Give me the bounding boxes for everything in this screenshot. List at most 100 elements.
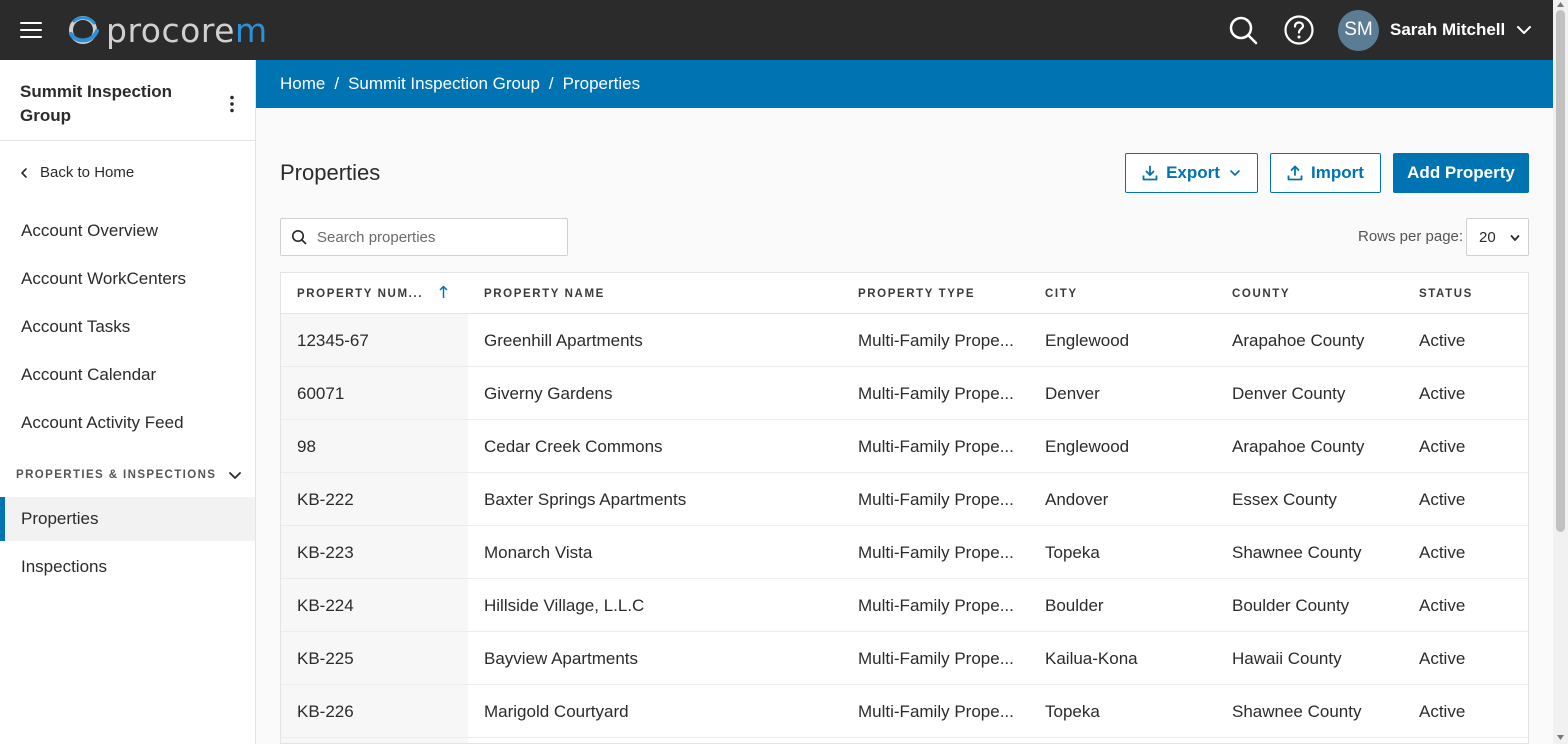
- column-header-city[interactable]: CITY: [1045, 288, 1078, 300]
- cell-property-type: Multi-Family Prope...: [858, 331, 1014, 350]
- cell-status: Active: [1419, 331, 1466, 350]
- cell-city: Englewood: [1045, 437, 1130, 456]
- sidebar-item-account-workcenters[interactable]: Account WorkCenters: [21, 269, 186, 289]
- table-row[interactable]: 60071 Giverny Gardens Multi-Family Prope…: [281, 367, 1528, 420]
- sidebar-item-account-overview[interactable]: Account Overview: [21, 221, 158, 241]
- import-button[interactable]: Import: [1270, 153, 1381, 193]
- cell-county: Essex County: [1232, 490, 1337, 509]
- cell-property-name: Baxter Springs Apartments: [484, 490, 687, 509]
- cell-city: Kailua-Kona: [1045, 649, 1138, 668]
- upload-icon: [1287, 165, 1303, 181]
- cell-status: Active: [1419, 437, 1466, 456]
- user-menu[interactable]: SM Sarah Mitchell: [1338, 9, 1533, 51]
- cell-county: Arapahoe County: [1232, 331, 1365, 350]
- cell-property-name: Greenhill Apartments: [484, 331, 643, 350]
- sidebar-item-account-activity-feed[interactable]: Account Activity Feed: [21, 413, 184, 433]
- cell-county: Arapahoe County: [1232, 437, 1365, 456]
- cell-property-number: KB-225: [297, 649, 354, 668]
- table-row[interactable]: KB-225 Bayview Apartments Multi-Family P…: [281, 632, 1528, 685]
- cell-property-type: Multi-Family Prope...: [858, 384, 1014, 403]
- cell-city: Boulder: [1045, 596, 1104, 615]
- cell-property-name: Marigold Courtyard: [484, 702, 629, 721]
- app-logo[interactable]: procorem: [66, 10, 268, 50]
- column-header-property-name[interactable]: PROPERTY NAME: [484, 288, 605, 300]
- column-header-property-number[interactable]: PROPERTY NUM...: [297, 288, 423, 300]
- breadcrumb-current: Properties: [562, 74, 641, 93]
- cell-property-number: 12345-67: [297, 331, 369, 350]
- sidebar-item-account-tasks[interactable]: Account Tasks: [21, 317, 130, 337]
- table-row[interactable]: KB-224 Hillside Village, L.L.C Multi-Fam…: [281, 579, 1528, 632]
- scroll-down-arrow-icon[interactable]: [1556, 733, 1565, 742]
- breadcrumb-home[interactable]: Home: [280, 74, 325, 94]
- section-label: PROPERTIES & INSPECTIONS: [16, 469, 217, 481]
- org-header: Summit Inspection Group: [0, 60, 255, 141]
- rows-per-page-select[interactable]: 20: [1466, 218, 1529, 256]
- table-row[interactable]: KB-226 Marigold Courtyard Multi-Family P…: [281, 685, 1528, 738]
- cell-status: Active: [1419, 490, 1466, 509]
- avatar: SM: [1338, 9, 1379, 51]
- cell-status: Active: [1419, 384, 1466, 403]
- cell-property-number: 98: [297, 437, 316, 456]
- help-icon: [1284, 15, 1314, 45]
- chevron-down-icon: [1517, 26, 1532, 34]
- table-row[interactable]: 98 Cedar Creek Commons Multi-Family Prop…: [281, 420, 1528, 473]
- kebab-menu-icon[interactable]: [222, 94, 242, 114]
- search-icon: [291, 229, 307, 245]
- cell-city: Topeka: [1045, 543, 1100, 562]
- rows-per-page-value: 20: [1479, 228, 1496, 246]
- scroll-up-arrow-icon[interactable]: [1556, 0, 1565, 9]
- breadcrumb-separator: /: [334, 74, 340, 93]
- hamburger-menu-icon[interactable]: [20, 19, 44, 41]
- search-input[interactable]: [317, 228, 557, 246]
- sidebar: Summit Inspection Group Back to Home Acc…: [0, 60, 256, 744]
- page-title: Properties: [280, 160, 381, 185]
- search-properties-field[interactable]: [280, 218, 568, 256]
- cell-county: Boulder County: [1232, 596, 1350, 615]
- export-label: Export: [1166, 163, 1220, 182]
- sidebar-section-properties-inspections[interactable]: PROPERTIES & INSPECTIONS: [16, 468, 242, 482]
- cell-property-name: Cedar Creek Commons: [484, 437, 663, 456]
- properties-table: PROPERTY NUM... PROPERTY NAME PROPERTY T…: [280, 272, 1529, 744]
- cell-city: Topeka: [1045, 702, 1100, 721]
- cell-property-type: Multi-Family Prope...: [858, 596, 1014, 615]
- cell-property-name: Giverny Gardens: [484, 384, 613, 403]
- column-header-property-type[interactable]: PROPERTY TYPE: [858, 288, 975, 300]
- table-row[interactable]: KB-222 Baxter Springs Apartments Multi-F…: [281, 473, 1528, 526]
- sidebar-item-inspections[interactable]: Inspections: [21, 557, 107, 577]
- export-button[interactable]: Export: [1125, 153, 1258, 193]
- download-icon: [1142, 165, 1158, 181]
- breadcrumb-org[interactable]: Summit Inspection Group: [348, 74, 540, 94]
- cell-property-number: 60071: [297, 384, 345, 403]
- back-to-home-label: Back to Home: [40, 164, 135, 181]
- help-button[interactable]: [1283, 14, 1315, 46]
- cell-city: Andover: [1045, 490, 1109, 509]
- sort-ascending-icon[interactable]: [439, 285, 448, 299]
- column-header-county[interactable]: COUNTY: [1232, 288, 1290, 300]
- cell-property-number: KB-224: [297, 596, 354, 615]
- sidebar-item-account-calendar[interactable]: Account Calendar: [21, 365, 156, 385]
- cell-property-name: Bayview Apartments: [484, 649, 639, 668]
- cell-county: Denver County: [1232, 384, 1346, 403]
- cell-property-name: Hillside Village, L.L.C: [484, 596, 645, 615]
- user-name: Sarah Mitchell: [1390, 20, 1506, 39]
- cell-property-type: Multi-Family Prope...: [858, 543, 1014, 562]
- logo-wordmark: procorem: [106, 10, 268, 50]
- cell-property-number: KB-223: [297, 543, 354, 562]
- cell-status: Active: [1419, 649, 1466, 668]
- breadcrumb: Home / Summit Inspection Group / Propert…: [256, 60, 1553, 108]
- column-header-status[interactable]: STATUS: [1419, 288, 1473, 300]
- cell-property-type: Multi-Family Prope...: [858, 437, 1014, 456]
- table-row[interactable]: 12345-67 Greenhill Apartments Multi-Fami…: [281, 314, 1528, 367]
- breadcrumb-separator: /: [548, 74, 554, 93]
- cell-property-number: KB-226: [297, 702, 354, 721]
- cell-city: Denver: [1045, 384, 1100, 403]
- sidebar-item-properties[interactable]: Properties: [0, 497, 255, 541]
- page-scrollbar-thumb[interactable]: [1556, 10, 1565, 532]
- table-row[interactable]: KB-223 Monarch Vista Multi-Family Prope.…: [281, 526, 1528, 579]
- cell-property-name: Monarch Vista: [484, 543, 593, 562]
- back-to-home-link[interactable]: Back to Home: [18, 164, 134, 181]
- add-property-button[interactable]: Add Property: [1393, 153, 1529, 193]
- global-search-button[interactable]: [1227, 14, 1259, 46]
- cell-county: Hawaii County: [1232, 649, 1342, 668]
- cell-property-type: Multi-Family Prope...: [858, 702, 1014, 721]
